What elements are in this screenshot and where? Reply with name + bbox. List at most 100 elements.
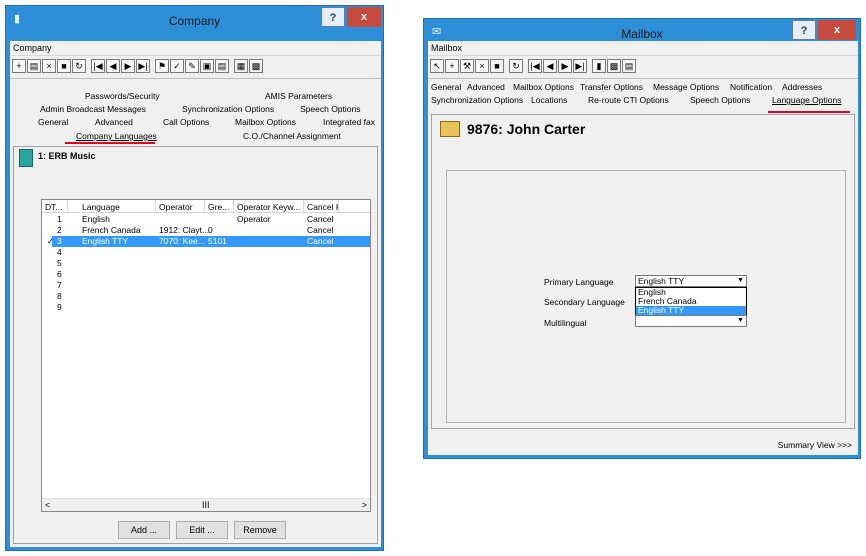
pointer-icon[interactable]: ↖ [430,59,444,73]
find-icon[interactable]: ⚑ [155,59,169,73]
company-titlebar[interactable]: ▮ Company ? x [6,6,383,36]
delete-record-icon[interactable]: × [42,59,56,73]
view-icon[interactable]: ▦ [234,59,248,73]
table-row[interactable]: 4 [42,247,370,258]
add-record-icon[interactable]: + [12,59,26,73]
col-operator[interactable]: Operator [156,200,205,213]
table-row[interactable]: 2 French Canada 1912: Clayt... 0 Cancel [42,225,370,236]
summary-view-link[interactable]: Summary View >>> [778,440,852,450]
list-icon[interactable]: ▤ [622,59,636,73]
help-button[interactable]: ? [321,7,345,27]
table-row[interactable]: 7 [42,280,370,291]
tab-integrated-fax[interactable]: Integrated fax [323,117,375,127]
col-cancel[interactable]: Cancel K [304,200,339,213]
primary-language-select[interactable]: English TTY ▼ [635,275,747,287]
tab-admin-broadcast[interactable]: Admin Broadcast Messages [40,104,146,114]
tab-advanced[interactable]: Advanced [95,117,133,127]
option-english-tty[interactable]: English TTY [636,306,746,315]
company-record-label: 1: ERB Music [38,151,96,161]
first-record-icon[interactable]: |◀ [91,59,105,73]
company-window: ▮ Company ? x Company + ▤ × ■ ↻ |◀ ◀ ▶ ▶| ⚑ ✓ ✎ ▣ ▤ ▦ ▩… [5,5,384,551]
tab-advanced[interactable]: Advanced [467,82,505,92]
company-languages-panel: 1: ERB Music DT... Language Operator Gre… [13,146,378,544]
tab-company-languages[interactable]: Company Languages [76,131,157,141]
tab-call-options[interactable]: Call Options [163,117,209,127]
scroll-right-icon[interactable]: > [362,500,367,510]
tab-notification[interactable]: Notification [730,82,772,92]
add-button[interactable]: Add ... [118,521,170,539]
tab-addresses[interactable]: Addresses [782,82,822,92]
tab-general[interactable]: General [38,117,68,127]
save-icon[interactable]: ■ [57,59,71,73]
table-row[interactable]: 6 [42,269,370,280]
tab-language-options[interactable]: Language Options [772,95,841,105]
last-record-icon[interactable]: ▶| [136,59,150,73]
scroll-thumb[interactable]: III [202,500,210,510]
tab-general[interactable]: General [431,82,461,92]
mailbox-icon[interactable]: ▮ [592,59,606,73]
delete-record-icon[interactable]: × [475,59,489,73]
company-client: Company + ▤ × ■ ↻ |◀ ◀ ▶ ▶| ⚑ ✓ ✎ ▣ ▤ ▦ ▩ Passwords/Sec… [10,41,381,547]
table-row[interactable]: ✓ 3 English TTY 7070: Kee... 5101 Cancel [47,236,370,247]
tab-amis-parameters[interactable]: AMIS Parameters [265,91,332,101]
chevron-down-icon[interactable]: ▼ [735,316,746,326]
table-row[interactable]: 5 [42,258,370,269]
table-row[interactable]: 8 [42,291,370,302]
prev-record-icon[interactable]: ◀ [106,59,120,73]
tab-speech-options[interactable]: Speech Options [690,95,750,105]
grid-icon[interactable]: ▩ [249,59,263,73]
cell-gre: 5101 [208,236,227,246]
edit-icon[interactable]: ✎ [185,59,199,73]
add-record-icon[interactable]: + [445,59,459,73]
grid-icon[interactable]: ▩ [607,59,621,73]
horizontal-scrollbar[interactable]: < III > [42,498,370,511]
tools-icon[interactable]: ⚒ [460,59,474,73]
mailbox-envelope-icon [440,121,460,137]
last-record-icon[interactable]: ▶| [573,59,587,73]
close-button[interactable]: x [347,7,381,27]
col-language[interactable]: Language [79,200,156,213]
table-row[interactable]: 9 [42,302,370,313]
mailbox-menu[interactable]: Mailbox [428,41,858,55]
tab-message-options[interactable]: Message Options [653,82,719,92]
table-row[interactable]: 1 English Operator Cancel [42,214,370,225]
remove-button[interactable]: Remove [234,521,286,539]
refresh-icon[interactable]: ↻ [72,59,86,73]
next-record-icon[interactable]: ▶ [121,59,135,73]
cell-dt: 8 [57,291,62,301]
col-greeting[interactable]: Gre... [205,200,234,213]
col-operator-keyword[interactable]: Operator Keyw... [234,200,304,213]
edit-button[interactable]: Edit ... [176,521,228,539]
properties-icon[interactable]: ▣ [200,59,214,73]
company-menu[interactable]: Company [10,41,381,55]
scroll-left-icon[interactable]: < [45,500,50,510]
tab-synchronization[interactable]: Synchronization Options [182,104,274,114]
tab-transfer-options[interactable]: Transfer Options [580,82,643,92]
secondary-language-label: Secondary Language [544,297,625,307]
col-dt[interactable]: DT... [42,200,68,213]
tab-mailbox-options[interactable]: Mailbox Options [513,82,574,92]
tab-mailbox-options[interactable]: Mailbox Options [235,117,296,127]
first-record-icon[interactable]: |◀ [528,59,542,73]
tab-speech-options[interactable]: Speech Options [300,104,360,114]
save-icon[interactable]: ■ [490,59,504,73]
tab-reroute-cti[interactable]: Re-route CTI Options [588,95,669,105]
mailbox-help-button[interactable]: ? [792,20,816,40]
primary-language-options[interactable]: English French Canada English TTY [635,287,747,316]
tab-co-channel[interactable]: C.O./Channel Assignment [243,131,341,141]
copy-record-icon[interactable]: ▤ [27,59,41,73]
languages-list[interactable]: DT... Language Operator Gre... Operator … [41,199,371,512]
chart-icon[interactable]: ▤ [215,59,229,73]
company-toolbar: + ▤ × ■ ↻ |◀ ◀ ▶ ▶| ⚑ ✓ ✎ ▣ ▤ ▦ ▩ [10,55,381,79]
tab-locations[interactable]: Locations [531,95,567,105]
prev-record-icon[interactable]: ◀ [543,59,557,73]
chevron-down-icon[interactable]: ▼ [735,276,746,286]
mailbox-close-button[interactable]: x [818,20,856,40]
next-record-icon[interactable]: ▶ [558,59,572,73]
refresh-icon[interactable]: ↻ [509,59,523,73]
check-icon[interactable]: ✓ [170,59,184,73]
tab-synchronization[interactable]: Synchronization Options [431,95,523,105]
multilingual-select[interactable]: ▼ [635,315,747,327]
tab-passwords-security[interactable]: Passwords/Security [85,91,160,101]
cell-op: 7070: Kee... [159,236,205,246]
